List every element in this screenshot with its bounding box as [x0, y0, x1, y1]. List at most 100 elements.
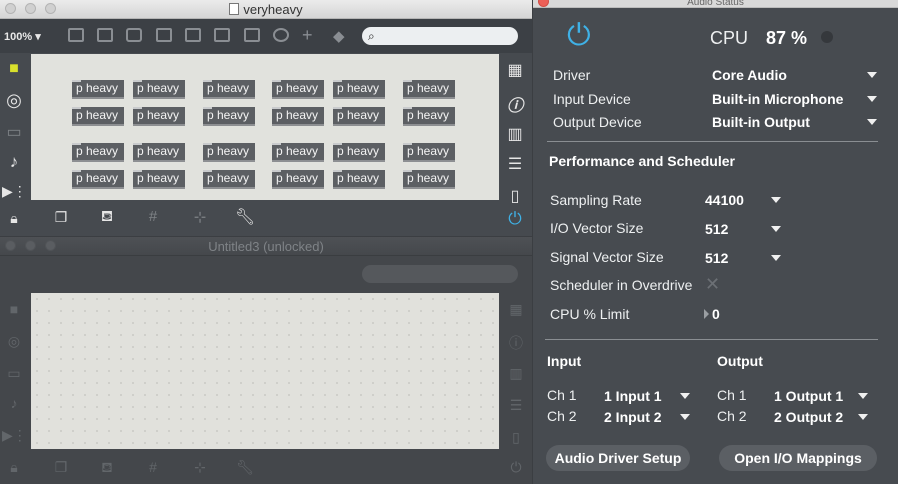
- p-heavy-object[interactable]: p heavy: [133, 107, 185, 126]
- window-titlebar[interactable]: veryheavy: [0, 0, 532, 19]
- p-heavy-object[interactable]: p heavy: [72, 170, 124, 189]
- output-ch1-select[interactable]: 1 Output 1: [774, 388, 843, 404]
- lock-icon[interactable]: 🔒︎: [2, 459, 26, 476]
- p-heavy-object[interactable]: p heavy: [403, 143, 455, 162]
- chevron-down-icon[interactable]: [680, 393, 690, 399]
- grid-icon[interactable]: #: [141, 459, 165, 475]
- p-heavy-object[interactable]: p heavy: [272, 80, 324, 99]
- p-heavy-object[interactable]: p heavy: [72, 143, 124, 162]
- object-cube-icon[interactable]: ■: [2, 60, 26, 78]
- cpu-limit-number[interactable]: 0: [712, 306, 720, 322]
- window-titlebar[interactable]: Audio Status: [533, 0, 898, 8]
- p-heavy-object[interactable]: p heavy: [403, 107, 455, 126]
- new-view-icon[interactable]: ❐: [49, 459, 73, 476]
- overdrive-checkbox[interactable]: ✕: [705, 274, 720, 295]
- new-view-icon[interactable]: ❐: [49, 209, 73, 226]
- p-heavy-object[interactable]: p heavy: [72, 107, 124, 126]
- keyboard-icon[interactable]: ▭: [2, 365, 26, 382]
- target-icon[interactable]: ◎: [2, 90, 26, 111]
- list-icon[interactable]: ☰: [504, 397, 528, 414]
- output-device-select[interactable]: Built-in Output: [712, 114, 810, 130]
- chevron-down-icon[interactable]: [771, 226, 781, 232]
- p-heavy-object[interactable]: p heavy: [133, 143, 185, 162]
- audio-power-icon[interactable]: ⏻: [504, 459, 528, 476]
- input-ch1-select[interactable]: 1 Input 1: [604, 388, 662, 404]
- message-icon[interactable]: [97, 28, 113, 42]
- reference-icon[interactable]: ▯: [503, 186, 527, 206]
- signal-vector-size-select[interactable]: 512: [705, 250, 728, 266]
- book-icon[interactable]: ▥: [504, 365, 528, 382]
- info-icon[interactable]: ⓘ: [503, 92, 527, 116]
- chevron-down-icon[interactable]: [771, 255, 781, 261]
- p-heavy-object[interactable]: p heavy: [272, 143, 324, 162]
- zoom-menu[interactable]: 100% ▾: [4, 30, 41, 43]
- p-heavy-object[interactable]: p heavy: [203, 170, 255, 189]
- music-note-icon[interactable]: ♪: [2, 152, 26, 172]
- snap-icon[interactable]: ⊹: [188, 459, 212, 476]
- p-heavy-object[interactable]: p heavy: [203, 107, 255, 126]
- list-icon[interactable]: ☰: [503, 154, 527, 174]
- io-vector-size-select[interactable]: 512: [705, 221, 728, 237]
- chevron-down-icon[interactable]: [680, 414, 690, 420]
- presentation-toggle-icon[interactable]: ⛾: [95, 459, 119, 478]
- book-icon[interactable]: ▥: [503, 124, 527, 144]
- reference-icon[interactable]: ▯: [504, 429, 528, 446]
- chevron-down-icon[interactable]: [867, 96, 877, 102]
- p-heavy-object[interactable]: p heavy: [72, 80, 124, 99]
- music-note-icon[interactable]: ♪: [2, 395, 26, 411]
- grid-palette-icon[interactable]: ▦: [503, 60, 527, 80]
- p-heavy-object[interactable]: p heavy: [203, 80, 255, 99]
- keyboard-icon[interactable]: ▭: [2, 122, 26, 142]
- playlist-icon[interactable]: ▶⋮: [2, 427, 27, 444]
- p-heavy-object[interactable]: p heavy: [333, 80, 385, 99]
- dsp-power-icon[interactable]: ⏻: [567, 20, 591, 52]
- toggle-object-icon[interactable]: [185, 28, 201, 42]
- input-device-select[interactable]: Built-in Microphone: [712, 91, 843, 107]
- p-heavy-object[interactable]: p heavy: [333, 143, 385, 162]
- playlist-icon[interactable]: ▶⋮: [2, 183, 27, 200]
- lock-icon[interactable]: 🔒︎: [2, 210, 26, 227]
- comment-icon[interactable]: [126, 28, 142, 42]
- p-heavy-object[interactable]: p heavy: [203, 143, 255, 162]
- chevron-down-icon[interactable]: [867, 119, 877, 125]
- input-ch2-select[interactable]: 2 Input 2: [604, 409, 662, 425]
- audio-driver-setup-button[interactable]: Audio Driver Setup: [546, 445, 690, 471]
- p-heavy-object[interactable]: p heavy: [133, 170, 185, 189]
- chevron-down-icon[interactable]: [867, 72, 877, 78]
- info-icon[interactable]: ⓘ: [504, 333, 528, 353]
- target-icon[interactable]: ◎: [2, 333, 26, 350]
- window-titlebar[interactable]: Untitled3 (unlocked): [0, 237, 532, 256]
- chevron-down-icon[interactable]: [858, 414, 868, 420]
- wrench-icon[interactable]: 🔧︎: [233, 459, 257, 476]
- grid-palette-icon[interactable]: ▦: [504, 301, 528, 318]
- sampling-rate-select[interactable]: 44100: [705, 192, 744, 208]
- snap-icon[interactable]: ⊹: [188, 208, 212, 226]
- chevron-down-icon[interactable]: [858, 393, 868, 399]
- presentation-icon[interactable]: [68, 28, 84, 42]
- p-heavy-object[interactable]: p heavy: [403, 80, 455, 99]
- p-heavy-object[interactable]: p heavy: [272, 170, 324, 189]
- p-heavy-object[interactable]: p heavy: [272, 107, 324, 126]
- search-input[interactable]: ⌕: [362, 27, 518, 45]
- p-heavy-object[interactable]: p heavy: [403, 170, 455, 189]
- audio-power-icon[interactable]: ⏻: [503, 209, 527, 229]
- media-object-icon[interactable]: [214, 28, 230, 42]
- button-object-icon[interactable]: [156, 28, 172, 42]
- wrench-icon[interactable]: 🔧︎: [233, 207, 257, 227]
- dial-object-icon[interactable]: [273, 28, 289, 42]
- add-object-icon[interactable]: +: [302, 25, 313, 46]
- presentation-toggle-icon[interactable]: ⛾: [95, 208, 119, 227]
- open-io-mappings-button[interactable]: Open I/O Mappings: [719, 445, 877, 471]
- p-heavy-object[interactable]: p heavy: [333, 170, 385, 189]
- driver-select[interactable]: Core Audio: [712, 67, 787, 83]
- chevron-down-icon[interactable]: [771, 197, 781, 203]
- grid-icon[interactable]: #: [141, 208, 165, 225]
- slider-object-icon[interactable]: [244, 28, 260, 42]
- output-ch2-select[interactable]: 2 Output 2: [774, 409, 843, 425]
- paint-bucket-icon[interactable]: ◆: [333, 27, 345, 45]
- patcher-canvas[interactable]: p heavy p heavy p heavy p heavy p heavy p hea…: [31, 54, 499, 200]
- patcher-canvas[interactable]: [31, 293, 499, 449]
- p-heavy-object[interactable]: p heavy: [333, 107, 385, 126]
- p-heavy-object[interactable]: p heavy: [133, 80, 185, 99]
- object-cube-icon[interactable]: ■: [2, 301, 26, 317]
